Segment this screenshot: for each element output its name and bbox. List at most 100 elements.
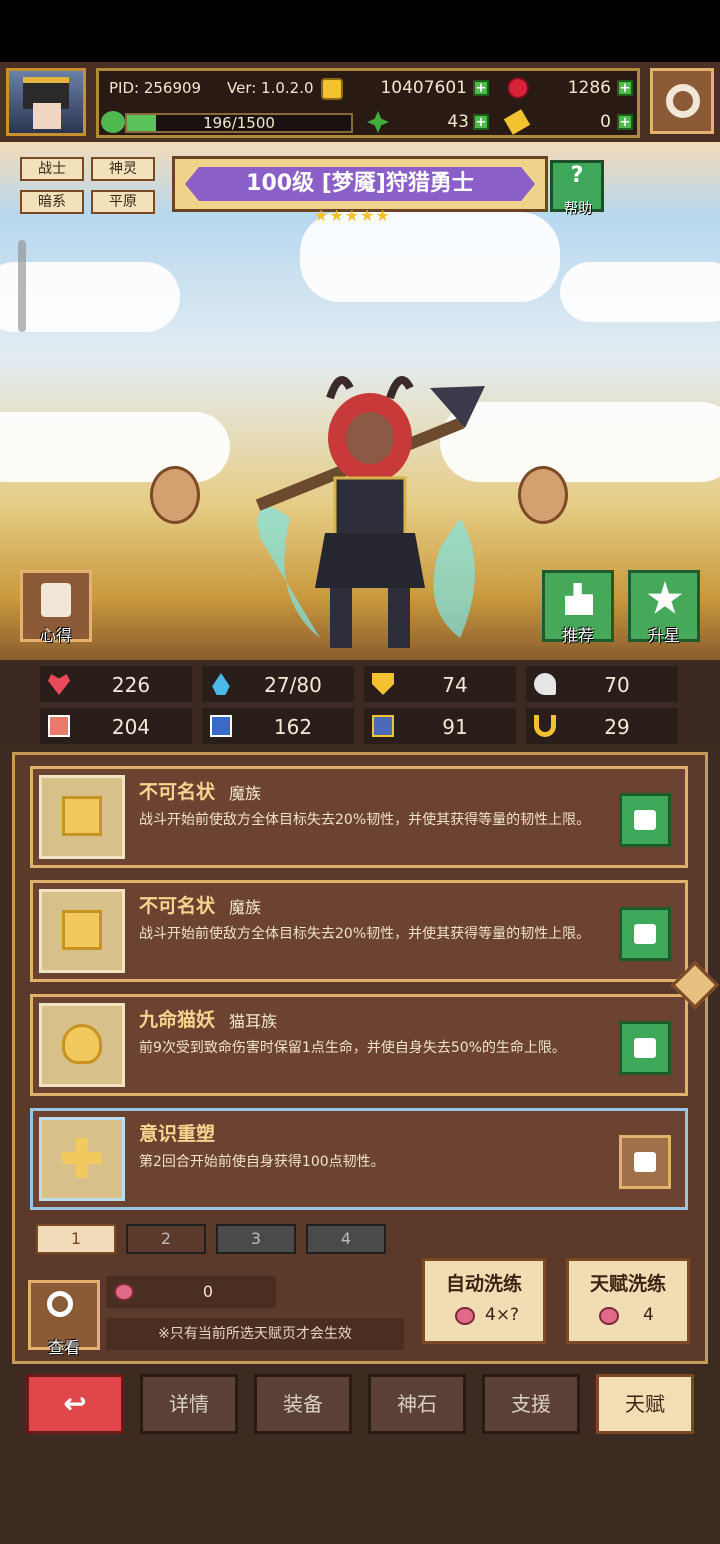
tag-race: 神灵 — [91, 157, 155, 181]
stat-resist: 91 — [364, 708, 516, 744]
tag-terrain: 平原 — [91, 190, 155, 214]
clover-amount: 43 — [447, 112, 469, 132]
stamina-text: 196/1500 — [203, 114, 275, 132]
page-tab-3[interactable]: 3 — [216, 1224, 296, 1254]
lock-icon — [634, 924, 656, 944]
heart-icon — [48, 674, 70, 695]
help-label: 帮助 — [564, 201, 592, 217]
talent-desc: 第2回合开始前使自身获得100点韧性。 — [139, 1154, 385, 1170]
talent-wash-cost: 4 — [643, 1305, 654, 1325]
nav-equipment[interactable]: 装备 — [254, 1374, 352, 1434]
add-gold-plus-icon[interactable]: + — [473, 80, 489, 96]
page-tab-1[interactable]: 1 — [36, 1224, 116, 1254]
talent-race: 猫耳族 — [229, 1012, 278, 1031]
mana-drop-icon — [212, 673, 230, 695]
stat-speed: 70 — [526, 666, 678, 702]
tag-class: 战士 — [20, 157, 84, 181]
scroll-icon — [41, 583, 71, 617]
horseshoe-icon — [534, 715, 556, 737]
lock-button[interactable] — [619, 907, 671, 961]
stamina-icon — [101, 111, 125, 133]
add-key-plus-icon[interactable]: + — [617, 114, 633, 130]
talent-slot-2[interactable]: 不可名状 魔族 战斗开始前使敌方全体目标失去20%韧性，并使其获得等量的韧性上限… — [30, 880, 688, 982]
armor-icon — [372, 715, 394, 737]
gold-amount: 10407601 — [380, 78, 467, 98]
book-icon — [210, 715, 232, 737]
scrollbar[interactable] — [18, 240, 26, 332]
stat-value: 226 — [111, 673, 151, 697]
hero-stars: ★★★★★ — [314, 206, 391, 225]
stat-value: 74 — [442, 673, 468, 697]
red-gem-icon — [507, 77, 529, 99]
page-tab-2[interactable]: 2 — [126, 1224, 206, 1254]
peach-count: 0 — [202, 1282, 214, 1301]
player-avatar[interactable] — [6, 68, 86, 136]
back-button[interactable]: ↩ — [26, 1374, 124, 1434]
talent-slot-3[interactable]: 九命猫妖 猫耳族 前9次受到致命伤害时保留1点生命，并使自身失去50%的生命上限… — [30, 994, 688, 1096]
stamina-bar: 196/1500 — [125, 113, 353, 133]
shield-icon — [372, 673, 394, 695]
talent-race: 魔族 — [229, 784, 262, 803]
unlock-icon — [634, 1152, 656, 1172]
stat-hp: 226 — [40, 666, 192, 702]
lock-button[interactable] — [619, 1021, 671, 1075]
gold-coin-icon — [321, 78, 343, 100]
cat-emblem-icon — [39, 1003, 125, 1087]
peach-counter: 0 — [106, 1276, 276, 1308]
question-icon: ? — [570, 163, 584, 188]
auto-wash-label: 自动洗练 — [445, 1273, 522, 1295]
insight-label: 心得 — [39, 626, 72, 645]
talent-slot-4[interactable]: 意识重塑 第2回合开始前使自身获得100点韧性。 — [30, 1108, 688, 1210]
magnifier-icon — [47, 1291, 73, 1317]
lock-button[interactable] — [619, 793, 671, 847]
talent-wash-button[interactable]: 天赋洗练 4 — [566, 1258, 690, 1344]
wing-icon — [534, 673, 556, 695]
hero-name-banner: 100级 [梦魇]狩猎勇士 — [172, 156, 548, 212]
talent-name: 不可名状 — [139, 781, 216, 803]
tag-element: 暗系 — [20, 190, 84, 214]
upstar-label: 升星 — [647, 626, 680, 645]
nav-support[interactable]: 支援 — [482, 1374, 580, 1434]
nav-godstone[interactable]: 神石 — [368, 1374, 466, 1434]
talent-slot-1[interactable]: 不可名状 魔族 战斗开始前使敌方全体目标失去20%韧性，并使其获得等量的韧性上限… — [30, 766, 688, 868]
stat-magic: 162 — [202, 708, 354, 744]
stat-attack: 204 — [40, 708, 192, 744]
nav-details[interactable]: 详情 — [140, 1374, 238, 1434]
talent-desc: 前9次受到致命伤害时保留1点生命，并使自身失去50%的生命上限。 — [139, 1040, 566, 1056]
settings-button[interactable] — [650, 68, 714, 134]
key-amount: 0 — [600, 112, 611, 132]
stat-luck: 29 — [526, 708, 678, 744]
auto-wash-button[interactable]: 自动洗练 4×? — [422, 1258, 546, 1344]
version-text: Ver: 1.0.2.0 — [227, 79, 314, 97]
talent-wash-label: 天赋洗练 — [589, 1273, 666, 1295]
page-tab-4[interactable]: 4 — [306, 1224, 386, 1254]
recommend-label: 推荐 — [561, 626, 594, 645]
thumbs-up-icon — [565, 583, 593, 615]
pid-text: PID: 256909 — [109, 79, 202, 97]
hero-sprite[interactable] — [230, 368, 500, 660]
talent-name: 意识重塑 — [139, 1123, 216, 1145]
unlock-button[interactable] — [619, 1135, 671, 1189]
nav-talent[interactable]: 天赋 — [596, 1374, 694, 1434]
cross-emblem-icon — [39, 1117, 125, 1201]
talent-desc: 战斗开始前使敌方全体目标失去20%韧性，并使其获得等量的韧性上限。 — [139, 926, 591, 942]
peach-icon — [599, 1307, 619, 1325]
peach-icon — [455, 1307, 475, 1325]
back-arrow-icon: ↩ — [63, 1387, 87, 1420]
peach-icon — [114, 1283, 134, 1301]
stat-value: 29 — [604, 715, 630, 739]
notice-text: ※只有当前所选天赋页才会生效 — [106, 1318, 404, 1350]
talent-desc: 战斗开始前使敌方全体目标失去20%韧性，并使其获得等量的韧性上限。 — [139, 812, 591, 828]
hero-name: 100级 [梦魇]狩猎勇士 — [185, 167, 535, 201]
prev-hero-button[interactable] — [150, 466, 200, 524]
view-label: 查看 — [47, 1338, 80, 1357]
next-hero-button[interactable] — [518, 466, 568, 524]
player-info-panel: PID: 256909 Ver: 1.0.2.0 10407601 + 1286… — [96, 68, 640, 138]
gem-amount: 1286 — [567, 78, 611, 98]
stat-value: 91 — [442, 715, 468, 739]
add-clover-plus-icon[interactable]: + — [473, 114, 489, 130]
add-gem-plus-icon[interactable]: + — [617, 80, 633, 96]
stat-value: 27/80 — [264, 673, 322, 697]
lock-icon — [634, 1038, 656, 1058]
auto-wash-cost: 4×? — [485, 1305, 520, 1325]
